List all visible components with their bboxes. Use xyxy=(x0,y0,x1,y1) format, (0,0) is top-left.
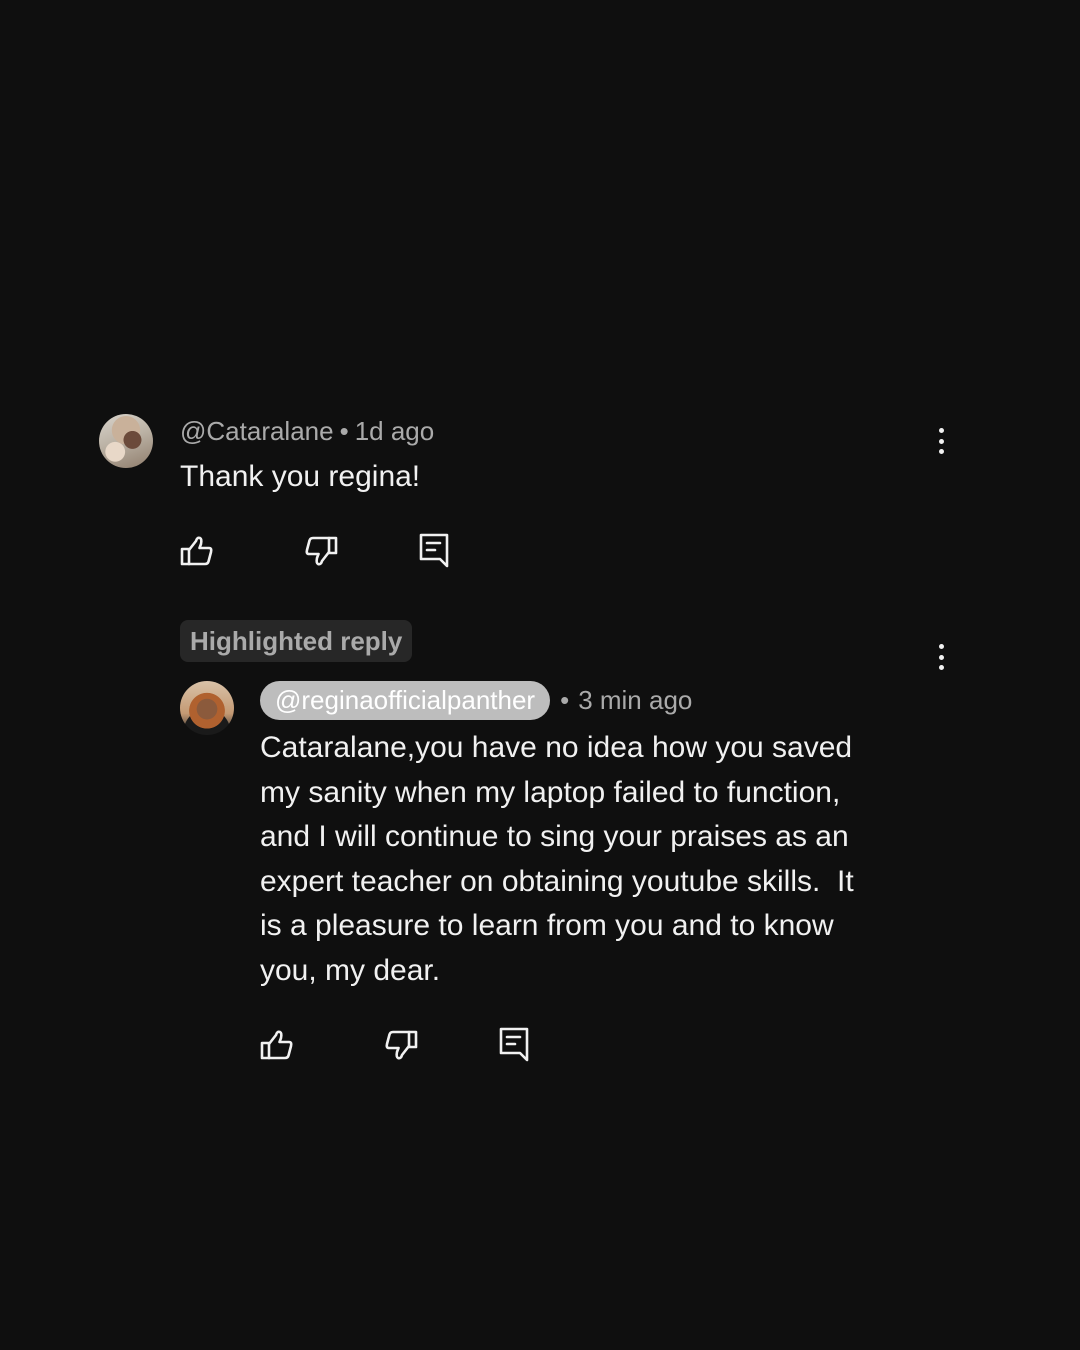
reply-time[interactable]: 3 min ago xyxy=(578,685,692,716)
comment-meta: @Cataralane • 1d ago xyxy=(180,416,434,447)
reply-text-line: you, my dear. xyxy=(260,953,441,987)
reply-text-line: expert teacher on obtaining youtube skil… xyxy=(260,864,854,898)
more-vert-icon[interactable] xyxy=(929,644,953,670)
meta-separator: • xyxy=(339,416,349,446)
reply-icon[interactable] xyxy=(498,1026,530,1062)
comment-author[interactable]: @Cataralane xyxy=(180,416,334,446)
reply-icon[interactable] xyxy=(418,532,450,568)
reply-text-line: and I will continue to sing your praises… xyxy=(260,820,849,853)
comment-time[interactable]: 1d ago xyxy=(355,416,435,446)
reply-author-chip[interactable]: @reginaofficialpanther xyxy=(260,681,551,720)
highlighted-reply-badge: Highlighted reply xyxy=(180,620,413,662)
commenter-avatar[interactable] xyxy=(99,414,153,468)
reply-text: Cataralane,you have no idea how you save… xyxy=(260,726,920,993)
like-icon[interactable] xyxy=(180,534,214,568)
reply-text-line: my sanity when my laptop failed to funct… xyxy=(260,775,841,809)
meta-separator: • xyxy=(560,685,570,715)
reply-text-line: Cataralane,you have no idea how you save… xyxy=(260,731,853,764)
dislike-icon[interactable] xyxy=(304,534,338,568)
reply-meta: @reginaofficialpanther • 3 min ago xyxy=(260,681,692,720)
like-icon[interactable] xyxy=(260,1028,294,1062)
comment-text: Thank you regina! xyxy=(180,460,421,493)
reply-avatar[interactable] xyxy=(180,681,234,735)
dislike-icon[interactable] xyxy=(384,1028,418,1062)
reply-text-line: is a pleasure to learn from you and to k… xyxy=(260,909,834,942)
more-vert-icon[interactable] xyxy=(929,428,953,454)
